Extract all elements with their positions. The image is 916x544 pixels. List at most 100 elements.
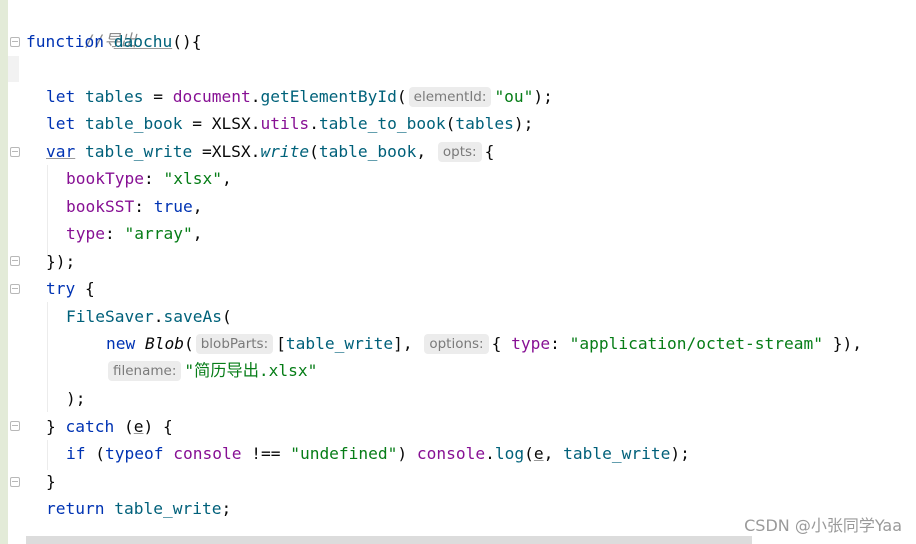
string-literal: "简历导出.xlsx" [184,361,318,380]
punctuation: , [543,444,564,463]
code-line-let-tables: let tables = document.getElementById(ele… [46,83,553,110]
punctuation: ( [85,444,105,463]
punctuation: : [550,334,570,353]
argument-e[interactable]: e [534,444,544,463]
keyword-try: try [46,279,76,298]
punctuation: { [484,142,495,161]
watermark: CSDN @小张同学Yaa [744,516,902,535]
keyword-let: let [46,87,76,106]
punctuation: . [250,114,261,133]
punctuation: : [104,224,125,243]
global-filesaver[interactable]: FileSaver [66,307,154,326]
punctuation: } [46,472,56,491]
variable-table-write[interactable]: table_write [85,142,192,161]
code-line-catch: } catch (e) { [46,413,173,440]
punctuation: . [485,444,495,463]
keyword-function: function [26,32,104,51]
property-utils[interactable]: utils [260,114,309,133]
keyword-catch: catch [65,417,115,436]
operator: =XLSX. [192,142,261,161]
operator: = [182,114,212,133]
keyword-true: true [153,197,193,216]
punctuation: ); [66,389,86,408]
argument-table-write[interactable]: table_write [286,334,393,353]
global-xlsx[interactable]: XLSX [212,114,251,133]
punctuation: ( [309,142,319,161]
class-blob[interactable]: Blob [145,334,184,353]
code-line-if: if (typeof console !== "undefined") cons… [66,440,690,467]
argument-table-book[interactable]: table_book [319,142,416,161]
argument-tables[interactable]: tables [455,114,513,133]
punctuation: ( [114,417,134,436]
horizontal-scrollbar[interactable] [26,536,752,544]
operator: !== [241,444,291,463]
fold-end-catch-icon[interactable] [10,477,20,487]
punctuation: ) [397,444,417,463]
punctuation: . [250,87,261,106]
punctuation: ( [445,114,456,133]
punctuation: } [46,417,66,436]
param-hint-filename: filename: [108,361,182,381]
variable-tables[interactable]: tables [85,87,143,106]
code-line-let-table-book: let table_book = XLSX.utils.table_to_boo… [46,110,533,137]
method-log[interactable]: log [495,444,524,463]
punctuation: ( [183,334,194,353]
method-write[interactable]: write [260,142,309,161]
punctuation: , [221,169,232,188]
punctuation: . [153,307,164,326]
param-hint-opts: opts: [437,142,482,162]
punctuation: ; [221,499,232,518]
punctuation: ( [396,87,407,106]
fold-marker-try-icon[interactable] [10,284,20,294]
punctuation: }); [46,252,76,271]
keyword-typeof: typeof [105,444,164,463]
punctuation: [ [276,334,286,353]
punctuation: { [75,279,95,298]
punctuation: ); [670,444,690,463]
method-getElementById[interactable]: getElementById [260,87,396,106]
variable-table-write[interactable]: table_write [114,499,221,518]
indent-guide [47,440,48,470]
gutter-blank-line-marker [8,56,19,82]
gutter-change-marker [0,0,8,544]
variable-table-book[interactable]: table_book [85,114,182,133]
string-literal: "application/octet-stream" [569,334,823,353]
fold-marker-catch-icon[interactable] [10,421,20,431]
indent-guide [47,302,48,412]
global-console[interactable]: console [417,444,485,463]
fold-marker-function-icon[interactable] [10,37,20,47]
editor-gutter [8,0,19,544]
fold-marker-var-icon[interactable] [10,147,20,157]
punctuation: ); [533,87,553,106]
property-booksst[interactable]: bookSST [66,197,134,216]
punctuation: ) { [143,417,173,436]
punctuation: : [134,197,154,216]
method-saveas[interactable]: saveAs [163,307,221,326]
code-line-booksst: bookSST: true, [66,193,202,220]
punctuation: ); [513,114,534,133]
punctuation: : [143,169,164,188]
punctuation: ( [524,444,534,463]
global-console[interactable]: console [173,444,241,463]
code-line-return: return table_write; [46,495,231,522]
punctuation: ( [221,307,232,326]
method-table-to-book[interactable]: table_to_book [319,114,446,133]
punctuation: (){ [172,32,202,51]
param-hint-blobparts: blobParts: [195,334,274,354]
indent-guide [47,165,48,255]
code-line-close-try: } [46,468,56,495]
property-type[interactable]: type [66,224,105,243]
fold-end-object-icon[interactable] [10,256,20,266]
function-name[interactable]: daochu [114,32,172,51]
property-booktype[interactable]: bookType [66,169,144,188]
string-literal: "xlsx" [163,169,222,188]
punctuation: , [416,142,436,161]
punctuation: . [309,114,319,133]
argument-table-write[interactable]: table_write [563,444,670,463]
string-literal: "array" [124,224,193,243]
string-literal: "ou" [494,87,534,106]
code-line-type: type: "array", [66,220,202,247]
property-type[interactable]: type [511,334,550,353]
code-line-function: function daochu(){ [26,28,201,55]
global-document[interactable]: document [173,87,251,106]
